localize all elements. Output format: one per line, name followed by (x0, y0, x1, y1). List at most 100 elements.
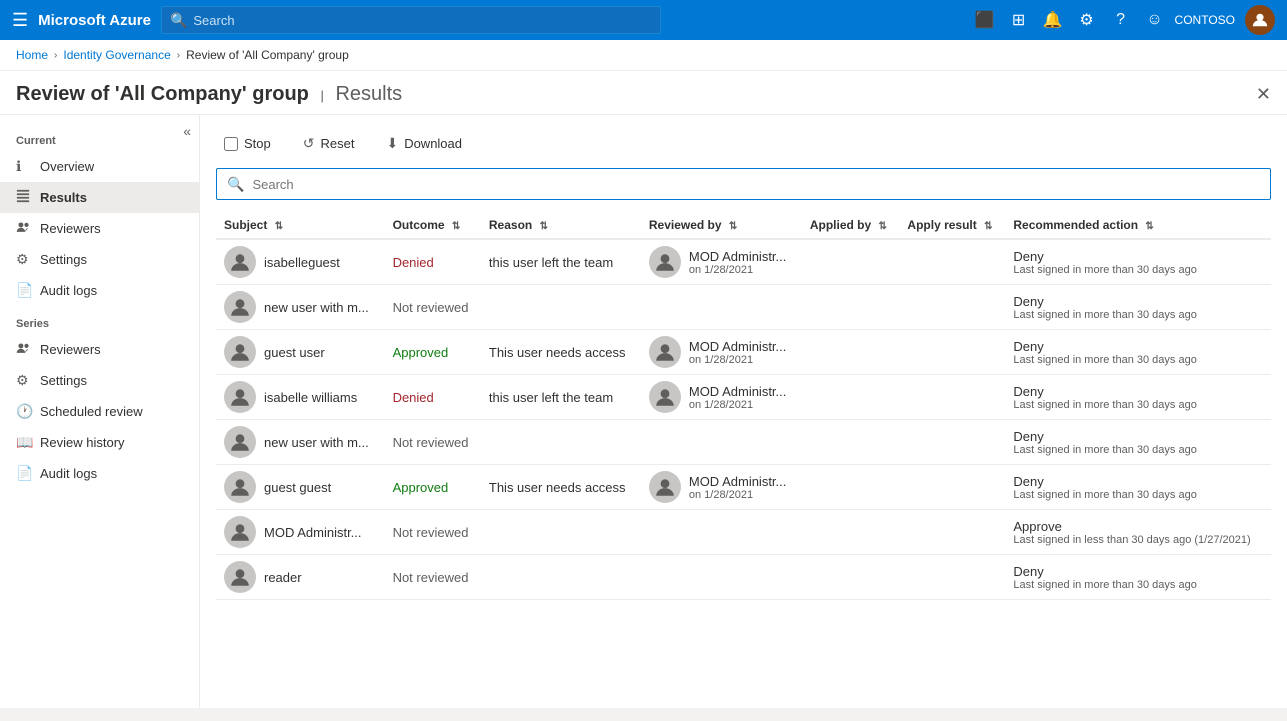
cell-recommended-action: Deny Last signed in more than 30 days ag… (1005, 555, 1271, 600)
cell-reason (481, 555, 641, 600)
recommended-detail: Last signed in more than 30 days ago (1013, 489, 1263, 501)
col-recommended-action[interactable]: Recommended action ⇅ (1005, 212, 1271, 239)
sidebar-item-overview[interactable]: ℹ Overview (0, 151, 199, 182)
cell-recommended-action: Deny Last signed in more than 30 days ag… (1005, 285, 1271, 330)
reviewer-date: on 1/28/2021 (689, 489, 787, 501)
table-row: isabelleguest Deniedthis user left the t… (216, 239, 1271, 285)
stop-button[interactable]: Stop (216, 132, 279, 155)
sidebar-item-reviewers-label: Reviewers (40, 221, 101, 236)
sidebar-item-series-settings[interactable]: ⚙ Settings (0, 365, 199, 396)
stop-label: Stop (244, 136, 271, 151)
table-row: isabelle williams Deniedthis user left t… (216, 375, 1271, 420)
cell-outcome: Not reviewed (385, 420, 481, 465)
close-button[interactable]: ✕ (1256, 84, 1271, 105)
user-avatar[interactable] (1245, 5, 1275, 35)
sidebar-item-settings-label: Settings (40, 252, 87, 267)
page-header: Review of 'All Company' group | Results … (0, 71, 1287, 115)
cell-apply-result (899, 239, 1005, 285)
sidebar-item-series-audit-logs[interactable]: 📄 Audit logs (0, 458, 199, 489)
recommended-action-value: Deny (1013, 429, 1263, 444)
cell-outcome: Denied (385, 239, 481, 285)
directory-icon[interactable]: ⊞ (1005, 6, 1033, 34)
cell-reviewed-by: MOD Administr... on 1/28/2021 (641, 375, 802, 420)
search-input[interactable] (193, 13, 652, 28)
sidebar-item-settings[interactable]: ⚙ Settings (0, 244, 199, 275)
user-avatar-icon (224, 336, 256, 368)
cell-reviewed-by: MOD Administr... on 1/28/2021 (641, 465, 802, 510)
review-history-icon: 📖 (16, 434, 32, 451)
recommended-action-value: Approve (1013, 519, 1263, 534)
outcome-value: Approved (393, 480, 449, 495)
col-apply-result[interactable]: Apply result ⇅ (899, 212, 1005, 239)
reviewer-name: MOD Administr... (689, 474, 787, 489)
cell-outcome: Denied (385, 375, 481, 420)
sidebar-item-review-history[interactable]: 📖 Review history (0, 427, 199, 458)
breadcrumb-home[interactable]: Home (16, 48, 48, 62)
cell-subject: MOD Administr... (216, 510, 385, 555)
notifications-icon[interactable]: 🔔 (1039, 6, 1067, 34)
table-row: MOD Administr... Not reviewed Approve La… (216, 510, 1271, 555)
sidebar-item-results-label: Results (40, 190, 87, 205)
scheduled-review-icon: 🕐 (16, 403, 32, 420)
reset-label: Reset (320, 136, 354, 151)
reset-button[interactable]: ↺ Reset (295, 131, 363, 156)
download-button[interactable]: ⬇ Download (378, 131, 470, 156)
feedback-icon[interactable]: ☺ (1141, 6, 1169, 34)
help-icon[interactable]: ? (1107, 6, 1135, 34)
recommended-action-value: Deny (1013, 249, 1263, 264)
sidebar-item-audit-logs[interactable]: 📄 Audit logs (0, 275, 199, 306)
cell-applied-by (802, 465, 900, 510)
table-row: guest user ApprovedThis user needs acces… (216, 330, 1271, 375)
outcome-value: Denied (393, 390, 434, 405)
sidebar-item-reviewers[interactable]: Reviewers (0, 213, 199, 244)
hamburger-icon[interactable]: ☰ (12, 10, 28, 31)
sidebar-collapse-icon[interactable]: « (183, 123, 191, 139)
subject-name: new user with m... (264, 435, 369, 450)
col-subject[interactable]: Subject ⇅ (216, 212, 385, 239)
sidebar-item-overview-label: Overview (40, 159, 94, 174)
series-audit-logs-icon: 📄 (16, 465, 32, 482)
tenant-name: CONTOSO (1175, 13, 1235, 27)
sidebar-item-series-audit-logs-label: Audit logs (40, 466, 97, 481)
breadcrumb-identity-governance[interactable]: Identity Governance (63, 48, 170, 62)
table-row: reader Not reviewed Deny Last signed in … (216, 555, 1271, 600)
recommended-action-value: Deny (1013, 564, 1263, 579)
recommended-detail: Last signed in more than 30 days ago (1013, 399, 1263, 411)
global-search[interactable]: 🔍 (161, 6, 661, 34)
sidebar-item-series-reviewers[interactable]: Reviewers (0, 334, 199, 365)
col-applied-by[interactable]: Applied by ⇅ (802, 212, 900, 239)
table-search-input[interactable] (252, 177, 1260, 192)
cloud-shell-icon[interactable]: ⬛ (971, 6, 999, 34)
cell-subject: isabelle williams (216, 375, 385, 420)
sidebar-item-series-reviewers-label: Reviewers (40, 342, 101, 357)
cell-apply-result (899, 555, 1005, 600)
cell-subject: new user with m... (216, 420, 385, 465)
outcome-value: Not reviewed (393, 570, 469, 585)
col-reason[interactable]: Reason ⇅ (481, 212, 641, 239)
stop-checkbox[interactable] (224, 137, 238, 151)
settings-icon[interactable]: ⚙ (1073, 6, 1101, 34)
user-avatar-icon (224, 246, 256, 278)
cell-recommended-action: Approve Last signed in less than 30 days… (1005, 510, 1271, 555)
page-subtitle: Results (335, 83, 402, 106)
col-reviewed-by[interactable]: Reviewed by ⇅ (641, 212, 802, 239)
breadcrumb: Home › Identity Governance › Review of '… (0, 40, 1287, 71)
subject-name: guest guest (264, 480, 331, 495)
download-label: Download (404, 136, 462, 151)
search-bar[interactable]: 🔍 (216, 168, 1271, 200)
recommended-action-value: Deny (1013, 474, 1263, 489)
outcome-value: Not reviewed (393, 435, 469, 450)
outcome-value: Not reviewed (393, 300, 469, 315)
col-outcome[interactable]: Outcome ⇅ (385, 212, 481, 239)
breadcrumb-current: Review of 'All Company' group (186, 48, 349, 62)
reset-icon: ↺ (303, 135, 315, 152)
sidebar-item-scheduled-review[interactable]: 🕐 Scheduled review (0, 396, 199, 427)
recommended-action-value: Deny (1013, 339, 1263, 354)
cell-reviewed-by (641, 285, 802, 330)
subject-name: reader (264, 570, 302, 585)
cell-subject: new user with m... (216, 285, 385, 330)
user-avatar-icon (224, 561, 256, 593)
cell-apply-result (899, 375, 1005, 420)
cell-recommended-action: Deny Last signed in more than 30 days ag… (1005, 465, 1271, 510)
sidebar-item-results[interactable]: Results (0, 182, 199, 213)
